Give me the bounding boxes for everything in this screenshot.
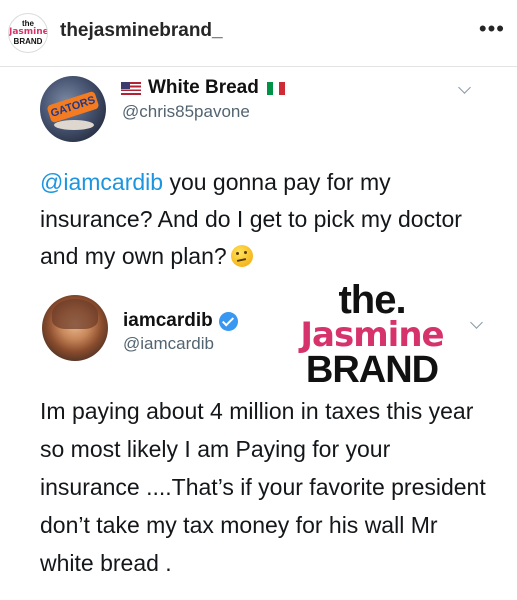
avatar-line-brand: BRAND — [13, 37, 43, 46]
watermark-line-jasmine: Jasmine — [300, 315, 444, 355]
watermark-line-the: the. — [338, 278, 406, 322]
avatar-cap-text: GATORS — [46, 90, 100, 124]
reply-author-handle: @iamcardib — [123, 334, 214, 353]
reply-author-avatar — [42, 295, 108, 361]
chevron-down-icon[interactable] — [470, 316, 483, 329]
reply-author-name-row: iamcardib — [123, 310, 238, 332]
thinking-face-icon — [230, 245, 253, 267]
chevron-down-icon[interactable] — [458, 81, 471, 94]
account-username[interactable]: thejasminebrand_ — [60, 20, 223, 42]
italy-flag-icon — [266, 81, 285, 95]
reply-author-name: iamcardib — [123, 310, 213, 331]
us-flag-icon — [121, 81, 141, 95]
tweet-author-avatar: GATORS — [40, 76, 106, 142]
brand-watermark: the. Jasmine BRAND — [282, 278, 462, 391]
account-avatar[interactable]: the Jasmine BRAND — [8, 13, 48, 53]
post-header: the Jasmine BRAND thejasminebrand_ ••• — [0, 0, 517, 67]
tweet-author-name: White Bread — [148, 77, 259, 98]
tweet-text: @iamcardib you gonna pay for my insuranc… — [40, 164, 480, 275]
watermark-line-brand: BRAND — [305, 349, 439, 391]
verified-badge-icon — [218, 311, 238, 331]
tweet-author-name-row: White Bread — [121, 77, 285, 98]
tweet-author-handle: @chris85pavone — [122, 102, 250, 121]
reply-text: Im paying about 4 million in taxes this … — [40, 398, 486, 576]
tweet-mention[interactable]: @iamcardib — [40, 169, 163, 195]
avatar-line-jasmine: Jasmine — [9, 27, 48, 37]
more-options-icon[interactable]: ••• — [479, 18, 505, 40]
